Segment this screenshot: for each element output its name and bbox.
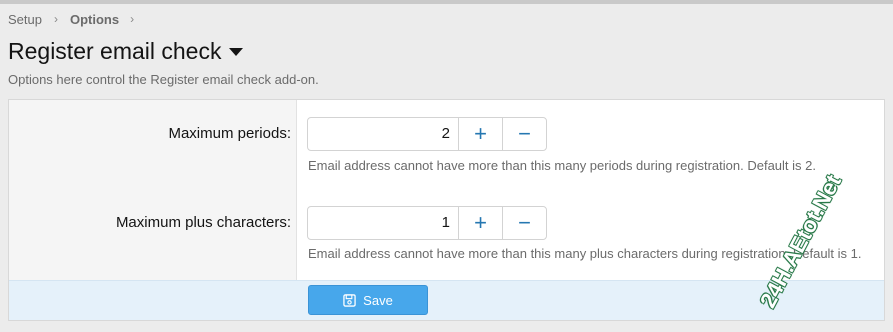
save-label: Save [363, 292, 393, 308]
breadcrumb-setup[interactable]: Setup [8, 12, 42, 27]
max-periods-hint: Email address cannot have more than this… [308, 158, 816, 173]
page-title-dropdown[interactable]: Register email check [8, 36, 244, 66]
options-panel: Maximum periods: 2 + − Email address can… [8, 99, 885, 321]
max-plus-increment-button[interactable]: + [458, 207, 502, 239]
save-icon [343, 293, 356, 307]
max-plus-decrement-button[interactable]: − [502, 207, 546, 239]
chevron-right-icon: › [53, 12, 58, 26]
chevron-right-icon: › [130, 12, 135, 26]
max-periods-increment-button[interactable]: + [458, 118, 502, 150]
caret-down-icon [229, 48, 244, 56]
form-footer [9, 280, 884, 320]
breadcrumb: Setup › Options › [8, 11, 134, 27]
page-description: Options here control the Register email … [8, 72, 319, 87]
save-button[interactable]: Save [308, 285, 428, 315]
max-periods-decrement-button[interactable]: − [502, 118, 546, 150]
max-periods-input[interactable]: 2 [308, 118, 458, 150]
max-periods-label: Maximum periods: [168, 125, 291, 142]
max-plus-stepper: 1 + − [307, 206, 547, 240]
page-title: Register email check [8, 37, 222, 64]
max-periods-stepper: 2 + − [307, 117, 547, 151]
top-shadow [0, 0, 893, 4]
breadcrumb-options[interactable]: Options [70, 12, 119, 27]
max-plus-input[interactable]: 1 [308, 207, 458, 239]
max-plus-label: Maximum plus characters: [115, 214, 291, 231]
